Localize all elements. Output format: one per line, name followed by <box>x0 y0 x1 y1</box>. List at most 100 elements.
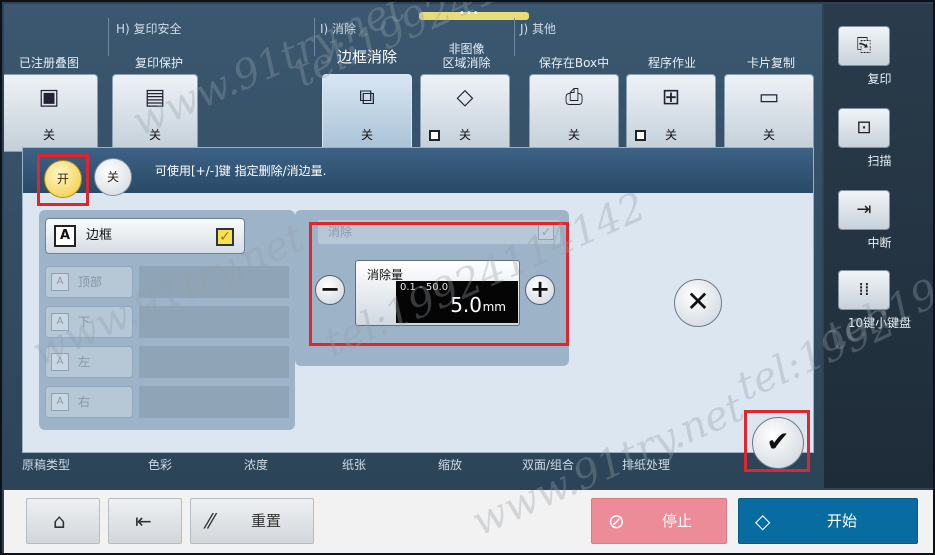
fn-state: 关 <box>42 128 55 142</box>
frame-checkbox[interactable]: ✓ <box>216 228 234 246</box>
save-box-icon: ⎙ <box>565 85 583 110</box>
erase-amount-panel: 消除 ✓ − 消除量 0.1 - 50.0 5.0 mm + <box>295 210 569 366</box>
keypad-label: 10键小键盘 <box>847 316 912 330</box>
group-label-erase: I) 消除 <box>320 22 357 36</box>
fn-tile-copy-protect[interactable]: ▤ 关 <box>112 74 198 152</box>
screen-frame: ••• H) 复印安全 I) 消除 J) 其他 已注册叠图 复印保护 边框 消除 … <box>0 0 935 555</box>
side-field-bottom <box>139 306 289 338</box>
card-copy-icon: ▭ <box>758 85 780 110</box>
side-select-panel: A 边框 ✓ A 顶部 A 下 A 左 A 右 <box>39 210 295 430</box>
tab-finishing[interactable]: 排纸处理 <box>622 456 670 473</box>
side-right-icon: A <box>51 393 69 411</box>
side-field-right <box>139 386 289 418</box>
copy-mode-label: 复印 <box>867 72 892 86</box>
start-icon: ◇ <box>755 509 771 533</box>
group-divider <box>514 18 515 56</box>
frame-icon: A <box>54 225 76 247</box>
frame-button[interactable]: A 边框 ✓ <box>45 218 245 254</box>
reset-icon: ⁄⁄ <box>207 509 214 533</box>
fn-label-card-copy: 卡片复制 <box>746 56 795 70</box>
group-divider <box>108 18 109 56</box>
reset-button[interactable]: ⁄⁄ 重置 <box>190 498 314 544</box>
keypad-button[interactable]: ⁞⁞ <box>838 270 890 310</box>
overlay-icon: ▣ <box>38 85 60 110</box>
copy-icon: ⎘ <box>856 35 872 56</box>
dialog-message: 可使用[+/-]键 指定删除/消边量. <box>155 164 327 178</box>
fn-state: 关 <box>567 128 580 142</box>
group-divider <box>314 18 315 56</box>
fn-tile-save-box[interactable]: ⎙ 关 <box>529 74 619 152</box>
side-left-icon: A <box>51 353 69 371</box>
interrupt-icon: ⇥ <box>856 199 872 220</box>
fn-label-copy-protect: 复印保护 <box>134 56 183 70</box>
fn-state: 关 <box>664 128 677 142</box>
frame-label: 边框 <box>86 228 113 243</box>
stop-label: 停止 <box>662 512 693 530</box>
fn-state: 关 <box>360 128 373 142</box>
frame-erase-icon: ⧉ <box>359 85 375 110</box>
side-label: 顶部 <box>78 275 103 289</box>
scan-mode-label: 扫描 <box>867 154 892 168</box>
highlight-amount <box>309 222 569 346</box>
home-icon: ⌂ <box>53 509 66 533</box>
side-top-icon: A <box>51 273 69 291</box>
function-area: ••• H) 复印安全 I) 消除 J) 其他 已注册叠图 复印保护 边框 消除 … <box>4 4 822 488</box>
tab-duplex-combine[interactable]: 双面/组合 <box>522 456 574 473</box>
side-button-bottom: A 下 <box>45 306 133 338</box>
fn-label-program-job: 程序作业 <box>647 56 696 70</box>
non-image-erase-icon: ◇ <box>456 85 474 110</box>
group-label-other: J) 其他 <box>520 22 557 36</box>
cancel-button[interactable]: ✕ <box>674 279 722 327</box>
off-button[interactable]: 关 <box>94 158 132 196</box>
right-panel: ⎘ 复印 ⊡ 扫描 ⇥ 中断 ⁞⁞ 10键小键盘 <box>824 4 933 488</box>
fn-tile-card-copy[interactable]: ▭ 关 <box>724 74 814 152</box>
fn-tile-overlay[interactable]: ▣ 关 <box>4 74 98 152</box>
dialog-header: 开 关 可使用[+/-]键 指定删除/消边量. <box>23 148 813 198</box>
start-button[interactable]: ◇ 开始 <box>738 498 918 544</box>
side-label: 右 <box>78 395 91 409</box>
reset-label: 重置 <box>251 512 282 530</box>
logout-button[interactable]: ⇤ <box>108 498 182 544</box>
fn-label-overlay: 已注册叠图 <box>18 56 79 70</box>
stop-button[interactable]: ⊘ 停止 <box>591 498 727 544</box>
highlight-ok-button <box>744 410 810 472</box>
fn-tile-non-image-erase[interactable]: ◇ 关 <box>420 74 510 152</box>
fn-state: 关 <box>762 128 775 142</box>
scan-mode-button[interactable]: ⊡ <box>838 108 890 148</box>
side-button-top: A 顶部 <box>45 266 133 298</box>
side-button-left: A 左 <box>45 346 133 378</box>
tab-paper[interactable]: 纸张 <box>342 456 366 473</box>
fn-state: 关 <box>458 128 471 142</box>
interrupt-label: 中断 <box>867 236 892 250</box>
fn-label-frame-erase: 边框消除 <box>336 48 397 66</box>
panel-handle-dots: ••• <box>459 8 480 19</box>
side-bottom-icon: A <box>51 313 69 331</box>
home-button[interactable]: ⌂ <box>26 498 100 544</box>
tab-density[interactable]: 浓度 <box>244 456 268 473</box>
stop-icon: ⊘ <box>608 509 625 533</box>
group-label-copy-security: H) 复印安全 <box>116 22 182 36</box>
side-label: 左 <box>78 355 91 369</box>
copy-mode-button[interactable]: ⎘ <box>838 26 890 66</box>
side-field-top <box>139 266 289 298</box>
fn-tile-frame-erase[interactable]: ⧉ 关 <box>322 74 412 152</box>
interrupt-button[interactable]: ⇥ <box>838 190 890 230</box>
fn-state: 关 <box>148 128 161 142</box>
tab-original-type[interactable]: 原稿类型 <box>22 456 70 473</box>
fn-label-save-box: 保存在Box中 <box>538 56 610 70</box>
side-button-right: A 右 <box>45 386 133 418</box>
highlight-on-button <box>37 154 89 206</box>
fn-tile-program-job[interactable]: ⊞ 关 <box>626 74 716 152</box>
tab-zoom[interactable]: 缩放 <box>438 456 462 473</box>
bottom-bar: ⌂ ⇤ ⁄⁄ 重置 ⊘ 停止 ◇ 开始 <box>4 490 933 553</box>
tab-color[interactable]: 色彩 <box>148 456 172 473</box>
fn-label-non-image-erase: 非图像 区域消除 <box>442 42 491 70</box>
keypad-icon: ⁞⁞ <box>858 279 870 300</box>
program-job-icon: ⊞ <box>661 85 681 110</box>
logout-icon: ⇤ <box>135 509 152 533</box>
scan-icon: ⊡ <box>856 117 872 138</box>
side-label: 下 <box>78 315 91 329</box>
copy-protect-icon: ▤ <box>144 85 166 110</box>
side-field-left <box>139 346 289 378</box>
start-label: 开始 <box>827 512 858 530</box>
